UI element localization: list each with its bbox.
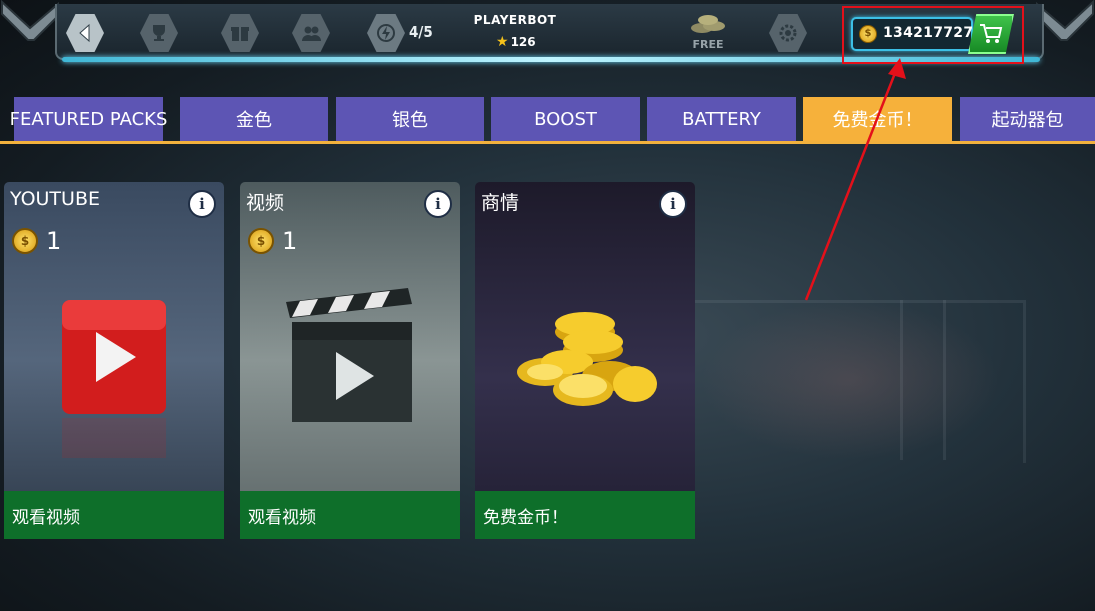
- card-price-value: 1: [282, 227, 298, 255]
- tab-gold[interactable]: 金色: [180, 97, 328, 141]
- star-icon: ★: [496, 34, 509, 50]
- card-action-label[interactable]: 免费金币！: [475, 491, 695, 539]
- free-label: FREE: [692, 38, 724, 51]
- card-price-value: 1: [46, 227, 62, 255]
- tab-boost[interactable]: BOOST: [491, 97, 640, 141]
- energy-count: 4/5: [409, 23, 433, 41]
- tab-starter-pack[interactable]: 起动器包: [960, 97, 1095, 141]
- card-title: 商情: [481, 192, 520, 214]
- gold-coins-icon: [517, 312, 657, 406]
- gift-icon: [231, 27, 249, 41]
- card-action-label[interactable]: 观看视频: [240, 491, 460, 539]
- annotation-highlight-box: [842, 6, 1024, 64]
- card-title: YOUTUBE: [10, 188, 100, 210]
- player-level: ★ 126: [496, 34, 536, 50]
- tabs-underline: [0, 141, 1095, 144]
- energy-icon: [377, 24, 395, 42]
- coin-icon: $: [248, 228, 274, 254]
- player-name: PLAYERBOT: [473, 13, 557, 27]
- trophy-icon: [153, 25, 165, 41]
- card-video[interactable]: 视频 i $ 1 观看视频: [240, 182, 460, 539]
- background-ring-post: [900, 300, 946, 460]
- left-claw-ornament: [0, 0, 59, 41]
- info-icon[interactable]: i: [659, 190, 687, 218]
- info-icon[interactable]: i: [424, 190, 452, 218]
- tab-featured-packs[interactable]: FEATURED PACKS: [10, 97, 167, 141]
- free-coins-icon[interactable]: [688, 12, 728, 36]
- coin-icon: $: [12, 228, 38, 254]
- gear-icon: [779, 24, 797, 42]
- back-arrow-icon: [79, 23, 90, 43]
- card-price: $ 1: [12, 227, 61, 255]
- card-title: 视频: [246, 192, 285, 214]
- card-action-label[interactable]: 观看视频: [4, 491, 224, 539]
- card-price: $ 1: [248, 227, 297, 255]
- top-bar: 4/5 PLAYERBOT ★ 126 FREE $ 1342177279: [0, 0, 1095, 75]
- tab-free-coins[interactable]: 免费金币！: [803, 97, 952, 141]
- right-claw-ornament: [1036, 0, 1094, 41]
- clapperboard-icon: [286, 288, 412, 422]
- info-icon[interactable]: i: [188, 190, 216, 218]
- youtube-play-icon: [62, 300, 166, 458]
- tab-battery[interactable]: BATTERY: [647, 97, 796, 141]
- background-ring-truss: [690, 300, 1026, 463]
- tab-silver[interactable]: 银色: [336, 97, 484, 141]
- player-level-value: 126: [510, 35, 536, 49]
- friends-icon: [302, 26, 321, 41]
- card-youtube[interactable]: YOUTUBE i $ 1 观看视频: [4, 182, 224, 539]
- card-business[interactable]: 商情 i 免费金币！: [475, 182, 695, 539]
